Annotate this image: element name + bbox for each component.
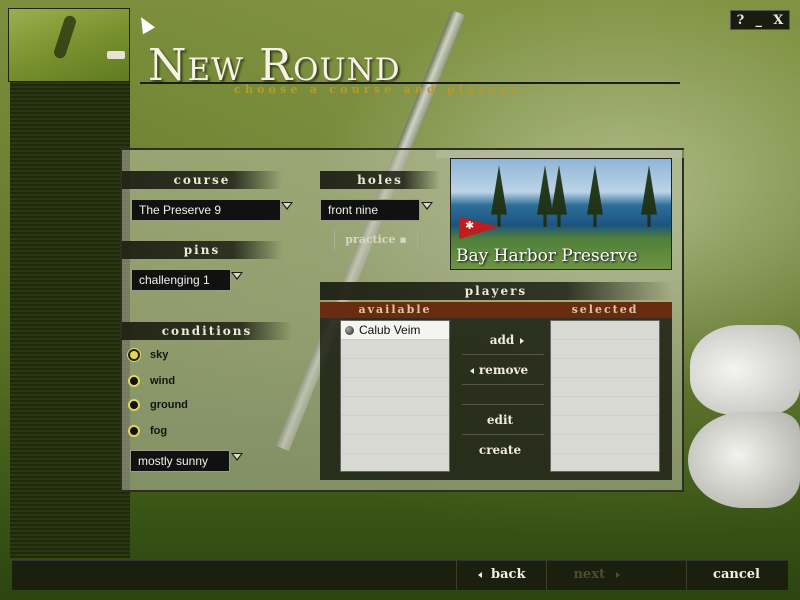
condition-option-ground[interactable]: ground xyxy=(128,397,188,413)
condition-label: sky xyxy=(150,349,169,361)
golf-shoe-image xyxy=(690,325,800,415)
practice-toggle[interactable]: practice ▪ xyxy=(334,230,418,250)
condition-label: fog xyxy=(150,425,168,437)
action-divider xyxy=(462,384,544,385)
add-label: add xyxy=(489,333,515,347)
chevron-down-icon[interactable] xyxy=(281,202,293,210)
tree-shape xyxy=(551,165,567,227)
tree-shape xyxy=(587,165,603,227)
chevron-down-icon[interactable] xyxy=(231,272,243,280)
radio-unselected-icon[interactable] xyxy=(128,425,140,437)
header-thumbnail-image xyxy=(8,8,130,82)
back-label: back xyxy=(491,567,526,582)
condition-option-fog[interactable]: fog xyxy=(128,423,167,439)
next-button[interactable]: next xyxy=(546,560,646,590)
condition-label: ground xyxy=(150,399,188,411)
help-button[interactable]: ? xyxy=(737,13,745,28)
window-controls: ? _ X xyxy=(730,10,790,30)
arrow-left-icon xyxy=(469,367,474,374)
course-photo-caption: Bay Harbor Preserve xyxy=(456,246,638,266)
edit-player-button[interactable]: edit xyxy=(463,411,537,429)
arrow-right-icon xyxy=(520,337,525,344)
page-subtitle: choose a course and players xyxy=(234,83,521,96)
condition-option-wind[interactable]: wind xyxy=(128,373,175,389)
conditions-section-header: conditions xyxy=(122,322,292,340)
pins-section-header: pins xyxy=(122,241,282,259)
back-button[interactable]: back xyxy=(456,560,546,590)
cancel-button[interactable]: cancel xyxy=(686,560,786,590)
create-player-button[interactable]: create xyxy=(463,441,537,459)
player-name: Calub Veim xyxy=(359,323,421,337)
next-label: next xyxy=(573,567,605,582)
golf-shoe-image xyxy=(688,412,800,508)
holes-dropdown[interactable]: front nine xyxy=(320,199,420,221)
condition-value-dropdown[interactable]: mostly sunny xyxy=(130,450,230,472)
condition-label: wind xyxy=(150,375,176,387)
action-divider xyxy=(462,434,544,435)
arrow-right-icon xyxy=(615,571,620,578)
bottom-navigation-bar xyxy=(12,560,788,590)
remove-player-button[interactable]: remove xyxy=(462,361,536,379)
add-player-button[interactable]: add xyxy=(470,331,544,349)
pins-dropdown[interactable]: challenging 1 xyxy=(131,269,231,291)
star-icon: ✱ xyxy=(465,220,475,232)
action-divider xyxy=(462,354,544,355)
tree-shape xyxy=(641,165,657,227)
tree-shape xyxy=(537,165,553,227)
arrow-left-icon xyxy=(477,571,482,578)
action-divider xyxy=(462,404,544,405)
tree-shape xyxy=(491,165,507,227)
practice-dot-icon: ▪ xyxy=(399,233,407,246)
minimize-button[interactable]: _ xyxy=(756,13,763,28)
golf-ball-icon xyxy=(107,51,125,59)
remove-label: remove xyxy=(478,363,529,377)
available-column-header: available xyxy=(358,303,432,316)
chevron-down-icon[interactable] xyxy=(231,453,243,461)
chevron-down-icon[interactable] xyxy=(421,202,433,210)
course-section-header: course xyxy=(122,171,282,189)
radio-unselected-icon[interactable] xyxy=(128,375,140,387)
available-players-list[interactable]: Calub Veim xyxy=(340,320,450,472)
panel-notch xyxy=(436,148,684,158)
holes-section-header: holes xyxy=(320,171,440,189)
list-item[interactable]: Calub Veim xyxy=(341,321,449,339)
condition-option-sky[interactable]: sky xyxy=(128,347,168,363)
close-button[interactable]: X xyxy=(773,13,783,28)
players-section-header: players xyxy=(320,282,672,300)
radio-unselected-icon[interactable] xyxy=(128,399,140,411)
golf-ball-icon xyxy=(345,326,354,335)
selected-column-header: selected xyxy=(571,303,639,316)
practice-label: practice xyxy=(345,233,396,246)
radio-selected-icon[interactable] xyxy=(128,349,140,361)
golfer-shadow xyxy=(52,14,78,60)
left-decorative-strip xyxy=(10,80,130,558)
course-dropdown[interactable]: The Preserve 9 xyxy=(131,199,281,221)
selected-players-list[interactable] xyxy=(550,320,660,472)
